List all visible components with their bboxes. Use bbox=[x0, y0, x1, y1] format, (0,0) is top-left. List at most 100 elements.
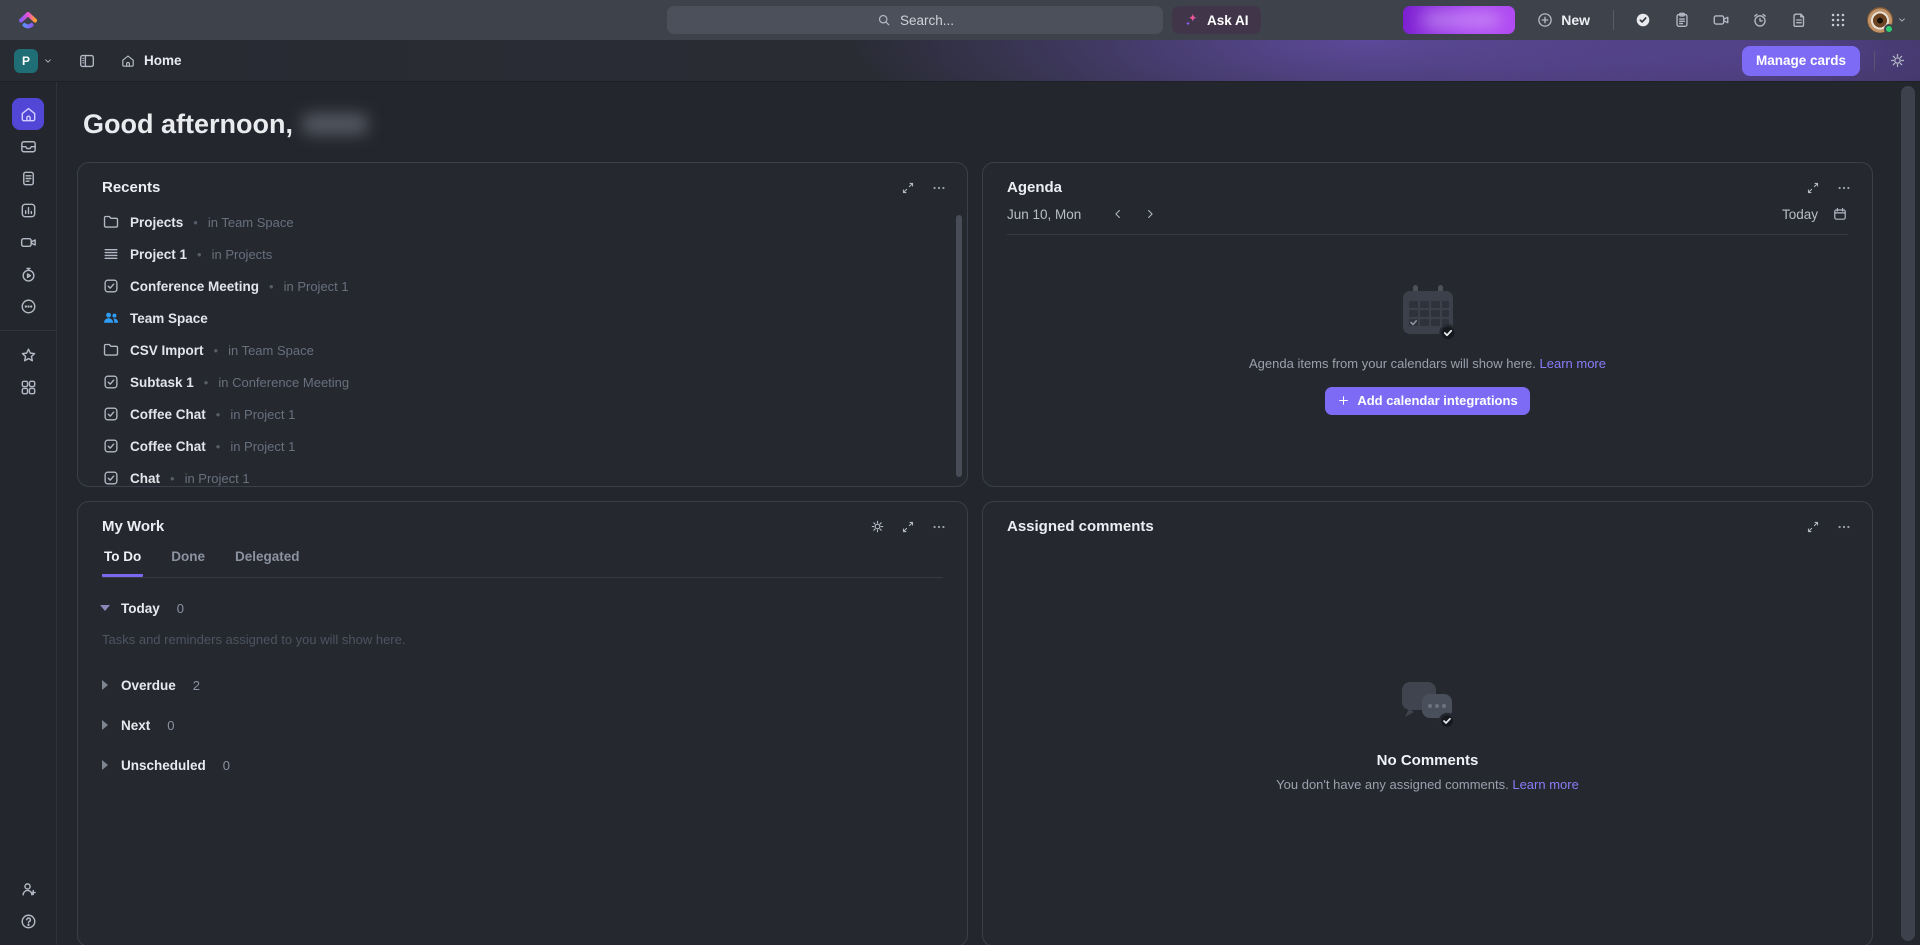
sidebar-item-timesheets[interactable] bbox=[12, 258, 44, 290]
sidebar-item-dashboards[interactable] bbox=[12, 194, 44, 226]
page-title: Home bbox=[144, 53, 182, 68]
sidebar-item-clips[interactable] bbox=[12, 226, 44, 258]
settings-gear-icon[interactable] bbox=[1889, 52, 1906, 69]
agenda-empty-state: Agenda items from your calendars will sh… bbox=[983, 235, 1872, 463]
sidebar-toggle-icon[interactable] bbox=[78, 52, 96, 70]
recent-item[interactable]: CSV Import • in Team Space bbox=[78, 334, 967, 366]
prev-day-chevron-icon[interactable] bbox=[1111, 207, 1125, 221]
chevron-down-icon bbox=[45, 58, 51, 63]
sidebar-item-docs[interactable] bbox=[12, 162, 44, 194]
page-scrollbar[interactable] bbox=[1901, 86, 1915, 941]
icon-sidebar bbox=[0, 82, 57, 945]
caret-icon[interactable] bbox=[102, 680, 108, 690]
calendar-illustration bbox=[1402, 284, 1457, 342]
recent-item-name: Team Space bbox=[130, 310, 208, 326]
work-section-label: Unscheduled bbox=[121, 757, 206, 773]
online-status-dot bbox=[1884, 24, 1894, 34]
my-work-tab[interactable]: To Do bbox=[102, 549, 144, 577]
blurred-promo-button[interactable] bbox=[1403, 6, 1516, 34]
recent-item-location: in Conference Meeting bbox=[218, 374, 350, 390]
recent-item[interactable]: Team Space bbox=[78, 302, 967, 334]
work-section-header[interactable]: Overdue 2 bbox=[102, 673, 943, 697]
my-work-tab[interactable]: Delegated bbox=[233, 549, 302, 577]
apps-grid-icon[interactable] bbox=[1828, 10, 1848, 30]
work-section-header[interactable]: Unscheduled 0 bbox=[102, 753, 943, 777]
clips-video-icon bbox=[20, 237, 36, 247]
sidebar-item-favorites[interactable] bbox=[12, 339, 44, 371]
add-calendar-integrations-button[interactable]: Add calendar integrations bbox=[1325, 386, 1530, 415]
ellipsis-menu-icon[interactable] bbox=[931, 180, 947, 196]
expand-icon[interactable] bbox=[901, 520, 915, 534]
blurred-username bbox=[302, 114, 367, 134]
notepad-icon[interactable] bbox=[1672, 10, 1692, 30]
recent-item-location: in Team Space bbox=[207, 214, 294, 230]
ask-ai-button[interactable]: Ask AI bbox=[1172, 6, 1261, 34]
search-input[interactable]: Search... bbox=[667, 6, 1163, 34]
work-section-count: 0 bbox=[176, 600, 184, 616]
caret-icon[interactable] bbox=[102, 720, 108, 730]
invite-user-button[interactable] bbox=[12, 873, 44, 905]
comments-learn-more-link[interactable]: Learn more bbox=[1512, 777, 1578, 792]
agenda-learn-more-link[interactable]: Learn more bbox=[1540, 356, 1606, 371]
recents-scrollbar[interactable] bbox=[956, 215, 962, 477]
recent-item[interactable]: Coffee Chat • in Project 1 bbox=[78, 430, 967, 462]
manage-cards-button[interactable]: Manage cards bbox=[1741, 45, 1860, 76]
recent-item[interactable]: Projects • in Team Space bbox=[78, 206, 967, 238]
document-icon[interactable] bbox=[1789, 10, 1809, 30]
my-work-card: My Work To Do Done Delegated Today 0 Tas… bbox=[77, 501, 968, 945]
ellipsis-menu-icon[interactable] bbox=[1836, 519, 1852, 535]
next-day-chevron-icon[interactable] bbox=[1143, 207, 1157, 221]
my-work-tab[interactable]: Done bbox=[169, 549, 207, 577]
ellipsis-menu-icon[interactable] bbox=[1836, 180, 1852, 196]
recent-item-icon bbox=[102, 245, 120, 263]
separator-dot: • bbox=[197, 246, 202, 262]
ellipsis-menu-icon[interactable] bbox=[931, 519, 947, 535]
work-section-count: 0 bbox=[167, 717, 175, 733]
timer-icon bbox=[21, 267, 35, 282]
caret-icon[interactable] bbox=[100, 605, 110, 611]
breadcrumb-home[interactable]: Home bbox=[120, 53, 182, 69]
recent-item[interactable]: Subtask 1 • in Conference Meeting bbox=[78, 366, 967, 398]
agenda-date-bar: Jun 10, Mon Today bbox=[1007, 206, 1848, 235]
recent-item[interactable]: Conference Meeting • in Project 1 bbox=[78, 270, 967, 302]
assigned-comments-card: Assigned comments No Comments You don't … bbox=[982, 501, 1873, 945]
recent-item[interactable]: Project 1 • in Projects bbox=[78, 238, 967, 270]
expand-icon[interactable] bbox=[1806, 520, 1820, 534]
chevron-down-icon bbox=[1899, 18, 1905, 22]
avatar bbox=[1867, 7, 1894, 34]
work-section: Today 0 Tasks and reminders assigned to … bbox=[100, 596, 943, 647]
user-avatar[interactable] bbox=[1867, 7, 1908, 34]
work-section-count: 0 bbox=[222, 757, 230, 773]
reminder-clock-icon[interactable] bbox=[1750, 10, 1770, 30]
recent-item[interactable]: Coffee Chat • in Project 1 bbox=[78, 398, 967, 430]
add-calendar-label: Add calendar integrations bbox=[1357, 393, 1518, 408]
recent-item[interactable]: Chat • in Project 1 bbox=[78, 462, 967, 486]
calendar-icon[interactable] bbox=[1832, 206, 1848, 222]
sidebar-item-home[interactable] bbox=[12, 98, 44, 130]
recent-item-location: in Projects bbox=[211, 246, 273, 262]
card-settings-gear-icon[interactable] bbox=[870, 519, 885, 534]
expand-icon[interactable] bbox=[901, 181, 915, 195]
new-button[interactable]: New bbox=[1536, 11, 1590, 29]
recent-item-icon bbox=[102, 373, 120, 391]
work-section-label: Overdue bbox=[121, 677, 176, 693]
sidebar-item-more[interactable] bbox=[12, 290, 44, 322]
work-section: Overdue 2 bbox=[102, 673, 943, 697]
sidebar-item-spaces[interactable] bbox=[12, 371, 44, 403]
caret-icon[interactable] bbox=[102, 760, 108, 770]
greeting: Good afternoon, bbox=[83, 104, 1873, 144]
recent-item-location: in Project 1 bbox=[283, 278, 349, 294]
work-section-header[interactable]: Next 0 bbox=[102, 713, 943, 737]
sidebar-divider bbox=[0, 330, 57, 331]
sidebar-item-inbox[interactable] bbox=[12, 130, 44, 162]
workspace-switcher[interactable]: P bbox=[14, 48, 54, 73]
expand-icon[interactable] bbox=[1806, 181, 1820, 195]
separator-dot: • bbox=[269, 278, 274, 294]
today-button[interactable]: Today bbox=[1782, 207, 1818, 222]
help-button[interactable] bbox=[12, 905, 44, 937]
work-section-header[interactable]: Today 0 bbox=[100, 596, 943, 620]
tasks-check-icon[interactable] bbox=[1633, 10, 1653, 30]
recent-item-icon bbox=[102, 437, 120, 455]
recent-item-location: in Team Space bbox=[228, 342, 314, 358]
video-icon[interactable] bbox=[1711, 10, 1731, 30]
